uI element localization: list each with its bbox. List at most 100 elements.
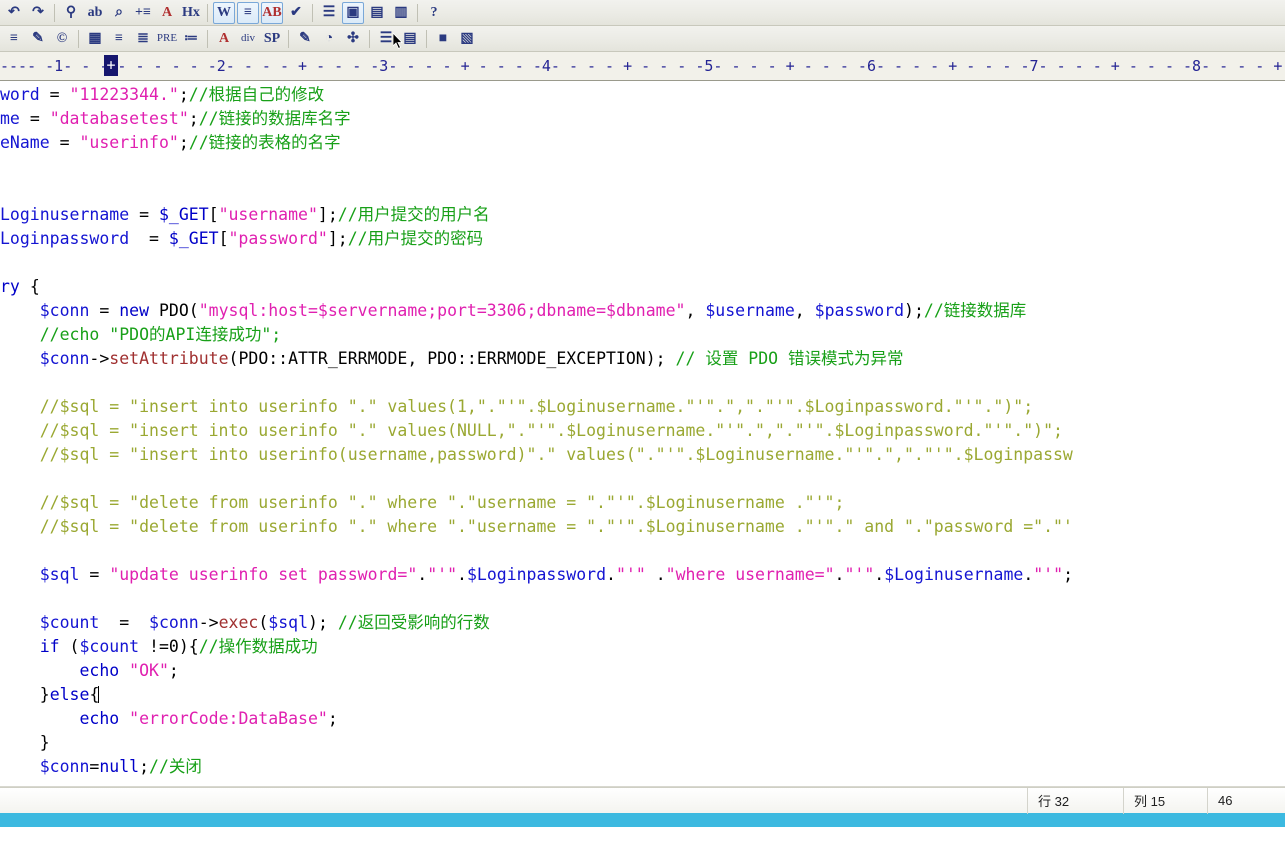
split-panel-icon[interactable]: ▣	[342, 1, 364, 24]
comment-bubble-icon-glyph: ◔	[324, 30, 334, 46]
code-token: //$sql = "delete from userinfo "." where…	[39, 517, 1073, 536]
code-line[interactable]	[0, 251, 1073, 275]
code-token: $_GET	[168, 229, 219, 248]
code-line[interactable]	[0, 587, 1073, 611]
code-token: "errorCode:DataBase"	[129, 709, 328, 728]
code-line[interactable]: //$sql = "insert into userinfo "." value…	[0, 419, 1073, 443]
code-token: ry	[0, 277, 30, 296]
bullet-list-icon[interactable]: ≔	[180, 28, 202, 50]
code-line[interactable]	[0, 155, 1073, 179]
code-line[interactable]: ry {	[0, 275, 1073, 299]
font-color-icon[interactable]: A	[213, 28, 235, 50]
find-icon[interactable]: ⚲	[60, 2, 82, 24]
code-line[interactable]: Loginpassword = $_GET["password"];//用户提交…	[0, 227, 1073, 251]
horizontal-ruler[interactable]: ---- -1- - - - - - - - -2- - - - + - - -…	[0, 52, 1285, 81]
font-size-icon-glyph: A	[161, 4, 173, 20]
code-token: "where username="	[665, 565, 835, 584]
code-line[interactable]: eName = "userinfo";//链接的表格的名字	[0, 131, 1073, 155]
code-token: .	[834, 565, 845, 584]
code-line[interactable]: $conn->setAttribute(PDO::ATTR_ERRMODE, P…	[0, 347, 1073, 371]
code-line[interactable]	[0, 539, 1073, 563]
status-count-label: 46	[1218, 793, 1233, 808]
code-line[interactable]: me = "databasetest";//链接的数据库名字	[0, 107, 1073, 131]
properties-panel-icon[interactable]: ☰	[375, 28, 397, 50]
spellcheck-abcd-icon[interactable]: AB	[261, 1, 283, 24]
code-line[interactable]: $sql = "update userinfo set password="."…	[0, 563, 1073, 587]
list-panel-icon[interactable]: ☰	[318, 2, 340, 24]
copyright-icon[interactable]: ©	[51, 28, 73, 50]
code-text[interactable]: word = "11223344.";//根据自己的修改 me = "databa…	[0, 83, 1073, 779]
code-line[interactable]: Loginusername = $_GET["username"];//用户提交…	[0, 203, 1073, 227]
code-line[interactable]: }	[0, 731, 1073, 755]
code-line[interactable]: $conn = new PDO("mysql:host=$servername;…	[0, 299, 1073, 323]
status-column-cell: 列 15	[1123, 787, 1207, 814]
code-token: //$sql = "insert into userinfo "." value…	[39, 397, 1034, 416]
align-center-icon[interactable]: ≡	[108, 28, 130, 50]
pre-tag-icon[interactable]: PRE	[156, 28, 178, 50]
comment-bubble-icon[interactable]: ◔	[318, 28, 340, 50]
layout-grid-icon[interactable]: ▧	[456, 28, 478, 50]
color-chooser-icon[interactable]: ■	[432, 28, 454, 50]
code-editor-area[interactable]: word = "11223344.";//根据自己的修改 me = "databa…	[0, 81, 1285, 787]
color-palette-icon[interactable]: ✣	[342, 28, 364, 50]
align-right-icon[interactable]: ≣	[132, 28, 154, 50]
redo-icon[interactable]: ↷	[27, 2, 49, 24]
highlight-pen-icon[interactable]: ✎	[27, 28, 49, 50]
undo-icon[interactable]: ↶	[3, 2, 25, 24]
code-line[interactable]: if ($count !=0){//操作数据成功	[0, 635, 1073, 659]
code-line[interactable]: //$sql = "insert into userinfo(username,…	[0, 443, 1073, 467]
span-tag-icon[interactable]: SP	[261, 28, 283, 50]
export-window-icon[interactable]: ▥	[390, 2, 412, 24]
code-line[interactable]	[0, 371, 1073, 395]
insert-list-icon[interactable]: +≡	[132, 2, 154, 24]
code-token: $conn	[39, 757, 90, 776]
insert-table-icon[interactable]: ▦	[84, 28, 106, 50]
code-token: //用户提交的用户名	[337, 205, 490, 224]
form-fields-icon[interactable]: ▤	[399, 28, 421, 50]
hx-icon[interactable]: Hx	[180, 2, 202, 24]
code-line[interactable]: //$sql = "delete from userinfo "." where…	[0, 515, 1073, 539]
code-line[interactable]: //echo "PDO的API连接成功";	[0, 323, 1073, 347]
code-line[interactable]: //$sql = "delete from userinfo "." where…	[0, 491, 1073, 515]
word-wrap-icon[interactable]: W	[213, 1, 235, 24]
preview-window-icon[interactable]: ▤	[366, 2, 388, 24]
align-center-icon-glyph: ≡	[115, 30, 123, 46]
align-lines-icon[interactable]: ≡	[3, 28, 25, 50]
code-token: eName	[0, 133, 60, 152]
code-line[interactable]: //$sql = "insert into userinfo "." value…	[0, 395, 1073, 419]
font-size-icon[interactable]: A	[156, 2, 178, 24]
code-line[interactable]: echo "errorCode:DataBase";	[0, 707, 1073, 731]
editor-bottom-divider	[0, 786, 1285, 787]
validate-check-icon[interactable]: ✔	[285, 2, 307, 24]
indent-icon[interactable]: ≡	[237, 1, 259, 24]
help-pointer-icon[interactable]: ?	[423, 2, 445, 24]
code-line[interactable]: $conn=null;//关闭	[0, 755, 1073, 779]
code-line[interactable]	[0, 179, 1073, 203]
code-token: [	[218, 229, 229, 248]
code-line[interactable]: echo "OK";	[0, 659, 1073, 683]
code-line[interactable]: }else{	[0, 683, 1073, 707]
code-token: }	[39, 685, 50, 704]
code-line[interactable]	[0, 467, 1073, 491]
toolbar-separator	[54, 3, 55, 22]
goto-line-icon[interactable]: ⌕	[108, 2, 130, 24]
code-token: =	[59, 133, 80, 152]
code-token: //根据自己的修改	[188, 85, 325, 104]
code-token: //关闭	[149, 757, 202, 776]
ruler-cursor-marker[interactable]: +	[104, 55, 118, 76]
code-line[interactable]: $count = $conn->exec($sql); //返回受影响的行数	[0, 611, 1073, 635]
validate-check-icon-glyph: ✔	[290, 4, 302, 20]
code-token: "'"	[1033, 565, 1064, 584]
replace-icon[interactable]: ab	[84, 2, 106, 24]
div-tag-icon[interactable]: div	[237, 28, 259, 50]
code-token: ->	[89, 349, 110, 368]
edit-note-icon[interactable]: ✎	[294, 28, 316, 50]
code-token: $conn	[39, 349, 90, 368]
code-line[interactable]: word = "11223344.";//根据自己的修改	[0, 83, 1073, 107]
